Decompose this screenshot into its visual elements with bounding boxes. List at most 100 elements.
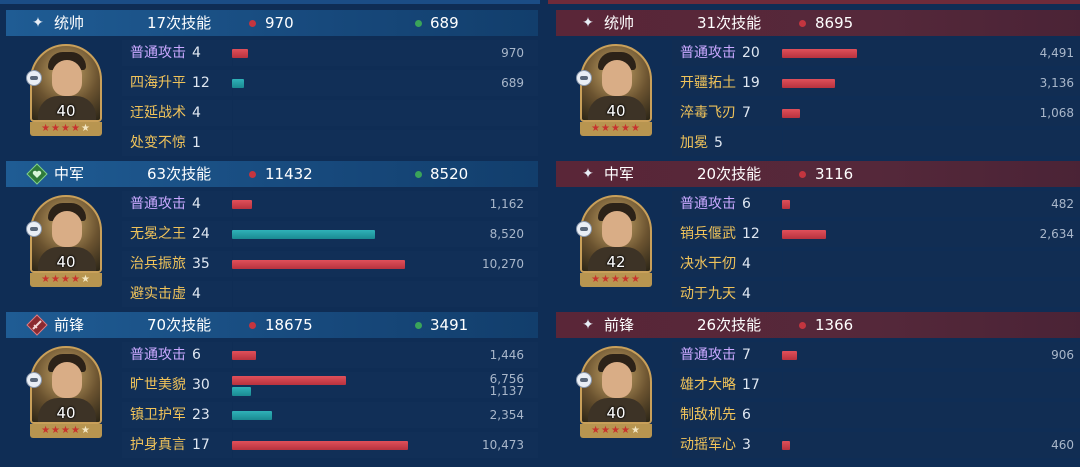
role-label: 中军 bbox=[604, 165, 635, 183]
skill-name: 普通攻击 7 bbox=[680, 342, 751, 368]
group-header: 前锋 70次技能 18675 3491 bbox=[6, 312, 538, 338]
skill-row: 四海升平 12 689 bbox=[122, 70, 538, 96]
unit-type-icon bbox=[26, 221, 42, 237]
damage-value: 1,068 bbox=[1039, 106, 1074, 120]
row-divider bbox=[232, 100, 233, 126]
star-rating: ★★★★★ bbox=[580, 424, 652, 438]
hero-portrait[interactable]: 42 ★★★★★ bbox=[576, 195, 656, 289]
skill-row: 普通攻击 7 906 bbox=[672, 342, 1080, 368]
skill-use-count: 19 bbox=[742, 75, 760, 91]
star-icon: ★ bbox=[41, 425, 52, 436]
skill-name-text: 普通攻击 bbox=[680, 45, 736, 61]
skill-name: 旷世美貌 30 bbox=[130, 372, 210, 398]
hero-portrait[interactable]: 40 ★★★★★ bbox=[576, 44, 656, 138]
skill-count: 63次技能 bbox=[147, 165, 212, 183]
left-team-strip bbox=[0, 0, 540, 4]
skill-use-count: 12 bbox=[192, 75, 210, 91]
damage-value: 460 bbox=[1051, 438, 1074, 452]
skill-name: 制敌机先 6 bbox=[680, 402, 751, 428]
skill-use-count: 1 bbox=[192, 135, 201, 151]
hero-face bbox=[52, 211, 82, 247]
skill-name-text: 护身真言 bbox=[130, 437, 186, 453]
skill-name: 销兵偃武 12 bbox=[680, 221, 760, 247]
left-team-column: ✦ 统帅 17次技能 970 689 40 ★★★★★ 普通攻击 4 970 四海升平 12 689 迂延… bbox=[6, 10, 538, 467]
damage-bar bbox=[782, 109, 800, 118]
group-header: 中军 63次技能 11432 8520 bbox=[6, 161, 538, 187]
skill-name: 迂延战术 4 bbox=[130, 100, 201, 126]
row-divider bbox=[782, 251, 783, 277]
group-header: ✦ 前锋 26次技能 1366 bbox=[556, 312, 1080, 338]
sparkle-icon: ✦ bbox=[32, 15, 44, 31]
damage-value: 1,162 bbox=[489, 197, 524, 211]
star-icon: ★ bbox=[630, 123, 641, 134]
hero-face bbox=[52, 60, 82, 96]
hero-portrait[interactable]: 40 ★★★★★ bbox=[26, 346, 106, 440]
skill-name-text: 普通攻击 bbox=[680, 196, 736, 212]
star-icon: ★ bbox=[620, 123, 631, 134]
skill-name: 雄才大略 17 bbox=[680, 372, 760, 398]
star-icon: ★ bbox=[51, 425, 62, 436]
damage-bar bbox=[782, 441, 790, 450]
heart-badge-icon bbox=[26, 161, 50, 187]
hero-portrait[interactable]: 40 ★★★★★ bbox=[26, 195, 106, 289]
role-label: 中军 bbox=[54, 165, 85, 183]
hero-group: ✦ 中军 20次技能 3116 42 ★★★★★ 普通攻击 6 482 销兵偃武 12 2,634 决水… bbox=[556, 161, 1080, 313]
damage-value: 4,491 bbox=[1039, 46, 1074, 60]
skill-name-text: 制敌机先 bbox=[680, 407, 736, 423]
star-rating: ★★★★★ bbox=[30, 122, 102, 136]
heal-bar bbox=[232, 79, 244, 88]
hero-portrait[interactable]: 40 ★★★★★ bbox=[576, 346, 656, 440]
skill-use-count: 4 bbox=[192, 45, 201, 61]
heal-value: 1,137 bbox=[489, 384, 524, 398]
skill-use-count: 4 bbox=[192, 196, 201, 212]
star-icon: ★ bbox=[611, 425, 621, 436]
row-divider bbox=[232, 130, 233, 156]
role-label: 前锋 bbox=[604, 316, 635, 334]
skill-name-text: 治兵振旅 bbox=[130, 256, 186, 272]
skill-use-count: 6 bbox=[192, 347, 201, 363]
skill-name-text: 决水干仞 bbox=[680, 256, 736, 272]
unit-type-icon bbox=[26, 70, 42, 86]
star-rating: ★★★★★ bbox=[30, 424, 102, 438]
skill-row: 普通攻击 6 1,446 bbox=[122, 342, 538, 368]
hero-level: 40 bbox=[56, 102, 76, 120]
role-label: 前锋 bbox=[54, 316, 85, 334]
skill-use-count: 7 bbox=[742, 105, 751, 121]
damage-bar bbox=[782, 49, 857, 58]
damage-bar bbox=[232, 441, 408, 450]
hero-portrait[interactable]: 40 ★★★★★ bbox=[26, 44, 106, 138]
star-icon: ★ bbox=[41, 274, 52, 285]
star-icon: ★ bbox=[51, 123, 62, 134]
star-rating: ★★★★★ bbox=[30, 273, 102, 287]
damage-value: 2,634 bbox=[1039, 227, 1074, 241]
star-icon: ★ bbox=[80, 123, 91, 134]
skill-row: 护身真言 17 10,473 bbox=[122, 432, 538, 458]
hero-group: 中军 63次技能 11432 8520 40 ★★★★★ 普通攻击 4 1,162 无冕之王 24 8… bbox=[6, 161, 538, 313]
hero-level: 42 bbox=[606, 253, 626, 271]
skill-count: 20次技能 bbox=[697, 165, 762, 183]
star-icon: ★ bbox=[620, 274, 631, 285]
skill-row: 动于九天 4 bbox=[672, 281, 1080, 307]
star-icon: ★ bbox=[61, 274, 71, 285]
damage-bar bbox=[232, 49, 248, 58]
skill-name: 护身真言 17 bbox=[130, 432, 210, 458]
skill-count: 31次技能 bbox=[697, 14, 762, 32]
damage-total: 8695 bbox=[815, 14, 854, 32]
skill-name-text: 旷世美貌 bbox=[130, 377, 186, 393]
row-divider bbox=[782, 372, 783, 398]
unit-type-icon bbox=[576, 221, 592, 237]
skill-name: 四海升平 12 bbox=[130, 70, 210, 96]
heal-dot-icon bbox=[415, 322, 422, 329]
damage-bar bbox=[232, 260, 405, 269]
heal-total: 8520 bbox=[430, 165, 469, 183]
heal-bar bbox=[232, 411, 272, 420]
right-team-strip bbox=[548, 0, 1080, 4]
star-icon: ★ bbox=[630, 425, 641, 436]
heal-total: 3491 bbox=[430, 316, 469, 334]
skill-row: 开疆拓土 19 3,136 bbox=[672, 70, 1080, 96]
star-icon: ★ bbox=[611, 123, 621, 134]
star-icon: ★ bbox=[41, 123, 52, 134]
skill-name: 加冕 5 bbox=[680, 130, 723, 156]
skill-row: 决水干仞 4 bbox=[672, 251, 1080, 277]
hero-face bbox=[602, 362, 632, 398]
